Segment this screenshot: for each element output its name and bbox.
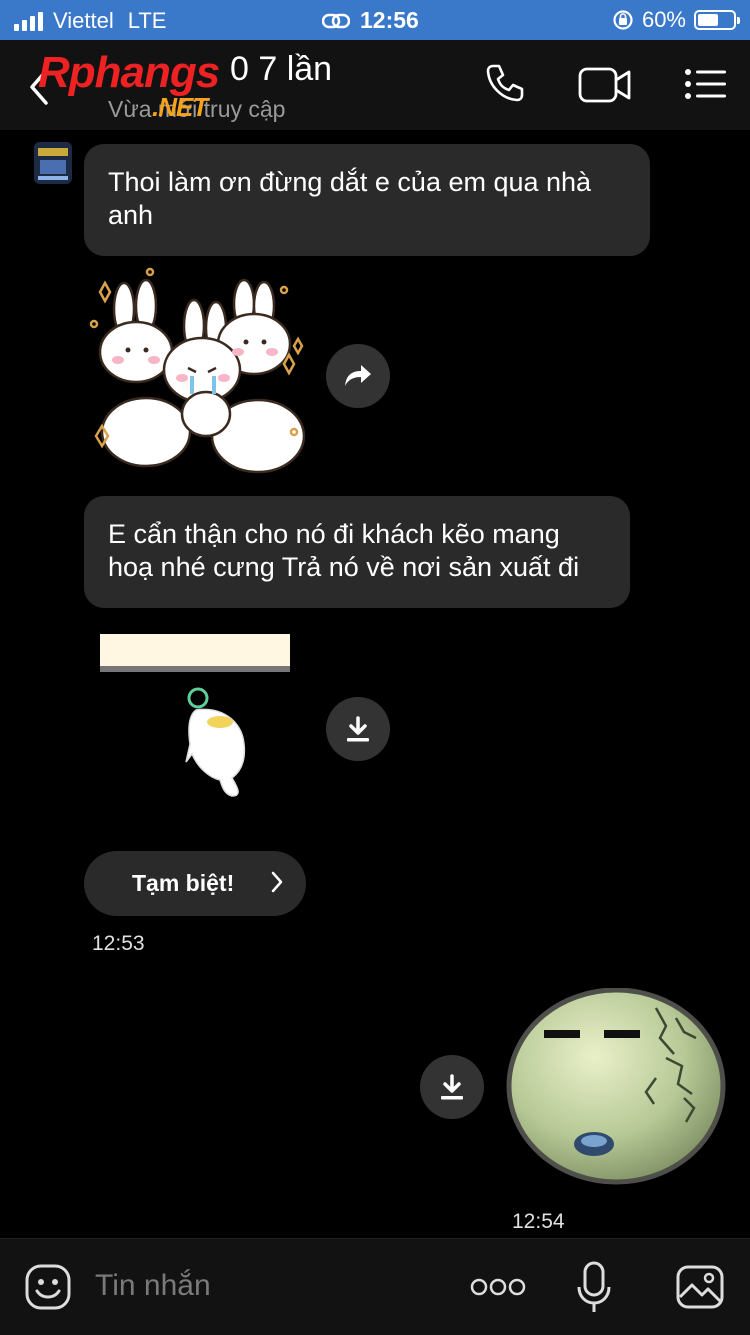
link-icon: [322, 13, 350, 28]
video-camera-icon: [578, 67, 631, 103]
ghost-sticker[interactable]: [100, 632, 292, 802]
chat-title[interactable]: 0 7 lần: [230, 50, 332, 89]
green-face-sticker[interactable]: [506, 988, 726, 1188]
chevron-right-icon: [271, 871, 283, 893]
list-menu-icon: [685, 69, 726, 99]
message-input[interactable]: Tin nhắn: [95, 1269, 211, 1303]
download-icon: [347, 716, 369, 742]
share-button[interactable]: [326, 344, 390, 408]
more-options-button[interactable]: [470, 1277, 526, 1302]
quick-reply-label: Tạm biệt!: [132, 870, 235, 896]
watermark-sub: .NET: [152, 92, 208, 122]
message-text: Thoi làm ơn đừng dắt e của em qua nhà an…: [108, 167, 592, 230]
microphone-icon: [577, 1261, 611, 1312]
status-bar: Viettel LTE 12:56 60%: [0, 0, 750, 40]
menu-button[interactable]: [684, 68, 726, 105]
message-composer: Tin nhắn: [0, 1238, 750, 1335]
rotation-lock-icon: [613, 10, 633, 30]
image-icon: [676, 1265, 724, 1309]
watermark-text: Rphangs: [38, 48, 220, 97]
message-bubble[interactable]: Thoi làm ơn đừng dắt e của em qua nhà an…: [84, 144, 650, 256]
download-button[interactable]: [420, 1055, 484, 1119]
message-timestamp: 12:53: [92, 932, 145, 955]
network-type: LTE: [127, 8, 167, 33]
avatar-image: [34, 142, 72, 184]
message-bubble[interactable]: E cẩn thận cho nó đi khách kẽo mang hoạ …: [84, 496, 630, 608]
voice-message-button[interactable]: [576, 1261, 612, 1320]
battery-icon: [694, 10, 740, 30]
more-dots-icon: [470, 1278, 526, 1296]
clock: 12:56: [360, 7, 419, 33]
message-text: E cẩn thận cho nó đi khách kẽo mang hoạ …: [108, 519, 580, 582]
watermark-logo: Rphangs .NET: [38, 48, 220, 122]
sticker-button[interactable]: [24, 1263, 72, 1316]
battery-percent: 60%: [641, 7, 686, 32]
share-arrow-icon: [345, 365, 371, 386]
download-button[interactable]: [326, 697, 390, 761]
bunny-sticker[interactable]: [84, 264, 314, 486]
quick-reply-button[interactable]: Tạm biệt!: [84, 851, 306, 916]
phone-icon: [486, 64, 524, 102]
video-call-button[interactable]: [578, 66, 632, 109]
message-timestamp: 12:54: [512, 1210, 565, 1233]
emoji-icon: [25, 1264, 71, 1310]
photo-button[interactable]: [676, 1265, 724, 1314]
call-button[interactable]: [484, 62, 526, 109]
download-icon: [441, 1074, 463, 1100]
avatar[interactable]: [34, 142, 72, 184]
chat-header: 0 7 lần Vừa mới truy cập Rphangs .NET: [0, 40, 750, 130]
signal-icon: [14, 11, 43, 31]
carrier-name: Viettel: [53, 8, 114, 33]
